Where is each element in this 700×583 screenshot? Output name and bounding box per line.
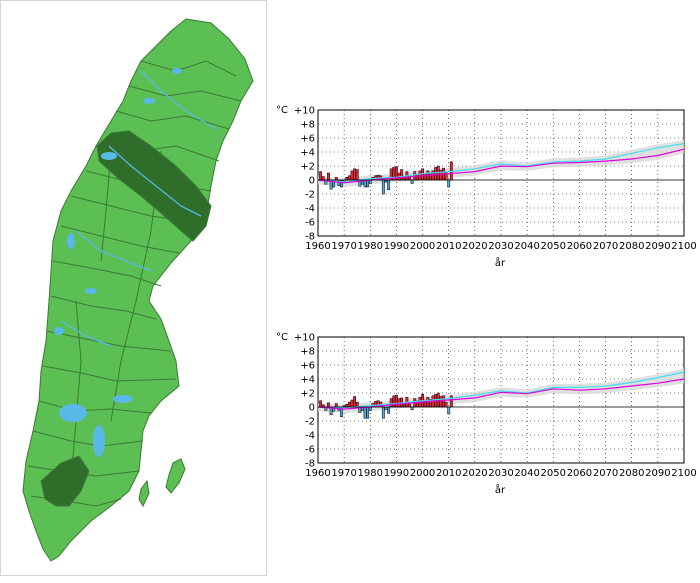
- observed-bar: [327, 402, 330, 408]
- plot-frame: [317, 109, 685, 237]
- x-tick-label: 2040: [514, 468, 539, 479]
- x-tick-label: 1990: [384, 241, 409, 252]
- x-axis-label: år: [495, 256, 506, 269]
- observed-bar: [340, 179, 343, 188]
- observed-bar: [353, 168, 357, 181]
- x-tick-label: 1970: [331, 241, 356, 252]
- y-tick-label: +10: [294, 333, 315, 344]
- observed-bar: [449, 395, 453, 408]
- x-tick-label: 1980: [358, 468, 383, 479]
- y-tick-label: -6: [305, 445, 315, 456]
- observed-bar: [345, 176, 349, 181]
- y-tick-label: -6: [305, 218, 315, 229]
- observed-bar: [395, 394, 398, 408]
- observed-bar: [423, 173, 427, 181]
- observed-bar: [321, 176, 325, 181]
- observed-bar: [350, 399, 354, 408]
- x-tick-label: 2090: [645, 241, 670, 252]
- x-tick-label: 2060: [567, 241, 592, 252]
- y-tick-label: 0: [309, 403, 315, 414]
- x-tick-label: 2040: [514, 241, 539, 252]
- x-tick-label: 2010: [436, 468, 461, 479]
- observed-bar: [353, 396, 357, 408]
- x-tick-label: 2100: [671, 241, 696, 252]
- observed-bar: [384, 406, 388, 411]
- x-tick-label: 2030: [488, 468, 513, 479]
- observed-bar: [392, 395, 396, 408]
- x-tick-label: 2010: [436, 241, 461, 252]
- observed-bar: [334, 176, 338, 181]
- observed-bar: [347, 175, 351, 181]
- observed-bar: [366, 406, 370, 419]
- x-tick-label: 1990: [384, 468, 409, 479]
- unit-label: °C: [276, 105, 288, 116]
- y-tick-label: +4: [300, 375, 315, 386]
- y-tick-label: +8: [300, 347, 315, 358]
- grid: [317, 336, 685, 464]
- observed-bar: [434, 167, 438, 181]
- observed-bar: [447, 179, 451, 188]
- temperature-chart-lower: +10+8+6+4+20-2-4-6-8°C1960 1970 1980 1990 20…: [276, 332, 697, 496]
- y-tick-label: +6: [300, 361, 315, 372]
- observed-bar: [428, 172, 432, 181]
- observed-bar: [447, 406, 451, 415]
- temperature-chart-upper: +10+8+6+4+20-2-4-6-8°C1960 1970 1980 1990 20…: [276, 105, 697, 269]
- observed-bar: [355, 169, 359, 181]
- grid: [317, 109, 685, 237]
- x-tick-label: 1980: [358, 241, 383, 252]
- x-tick-label: 2080: [619, 241, 644, 252]
- x-tick-label: 2070: [593, 241, 618, 252]
- observed-bar: [410, 406, 414, 411]
- x-tick-label: 2020: [462, 468, 487, 479]
- y-tick-label: -2: [305, 417, 315, 428]
- x-tick-label: 1960: [305, 241, 330, 252]
- observed-bar: [410, 179, 414, 184]
- observed-bar: [387, 406, 391, 414]
- y-tick-label: -4: [305, 431, 315, 442]
- observed-bar: [366, 179, 370, 188]
- observed-bar: [389, 398, 393, 408]
- observed-bar: [442, 395, 445, 408]
- observed-bar: [387, 179, 391, 191]
- observed-bar: [334, 403, 338, 408]
- observed-bar: [400, 169, 404, 181]
- observed-bar: [439, 396, 443, 408]
- y-tick-label: +4: [300, 148, 315, 159]
- y-tick-label: +2: [300, 162, 315, 173]
- observed-bar: [327, 172, 330, 181]
- observed-bar: [345, 403, 349, 408]
- observed-bar: [319, 171, 323, 181]
- x-tick-label: 2070: [593, 468, 618, 479]
- y-tick-label: +8: [300, 120, 315, 131]
- x-axis-label: år: [495, 483, 506, 496]
- x-tick-label: 2000: [410, 241, 435, 252]
- observed-bar: [319, 400, 323, 408]
- x-tick-label: 1960: [305, 468, 330, 479]
- x-tick-label: 2000: [410, 468, 435, 479]
- x-tick-label: 2050: [541, 241, 566, 252]
- y-tick-label: -4: [305, 204, 315, 215]
- observed-bar: [381, 406, 385, 419]
- observed-bar: [381, 179, 385, 195]
- x-tick-label: 1970: [331, 468, 356, 479]
- y-tick-label: +10: [294, 106, 315, 117]
- observed-bar: [415, 174, 419, 181]
- observed-bar: [347, 401, 351, 408]
- x-tick-label: 2020: [462, 241, 487, 252]
- y-tick-label: 0: [309, 176, 315, 187]
- y-tick-label: +6: [300, 134, 315, 145]
- y-tick-label: -2: [305, 190, 315, 201]
- observed-bar: [444, 401, 448, 408]
- x-tick-label: 2030: [488, 241, 513, 252]
- y-tick-label: +2: [300, 389, 315, 400]
- x-tick-label: 2100: [671, 468, 696, 479]
- x-tick-label: 2090: [645, 468, 670, 479]
- unit-label: °C: [276, 332, 288, 343]
- observed-bar: [350, 170, 354, 181]
- x-tick-label: 2060: [567, 468, 592, 479]
- x-tick-label: 2050: [541, 468, 566, 479]
- x-tick-label: 2080: [619, 468, 644, 479]
- observed-bar: [363, 406, 367, 419]
- plot-frame: [317, 336, 685, 464]
